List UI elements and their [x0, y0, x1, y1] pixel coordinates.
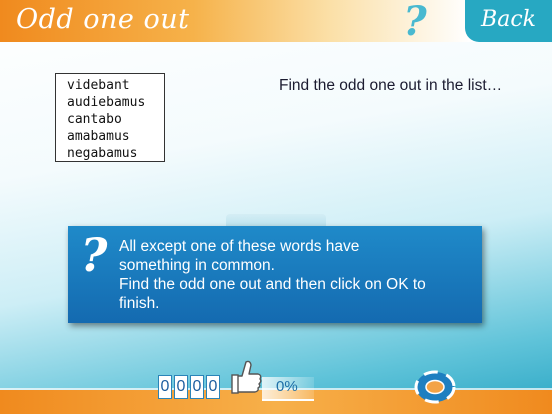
word-item[interactable]: videbant: [67, 77, 164, 94]
back-button[interactable]: Back: [465, 0, 552, 42]
instructions-dialog[interactable]: ? All except one of these words have som…: [68, 226, 482, 323]
word-item[interactable]: negabamus: [67, 145, 164, 162]
score-digit: 0: [158, 375, 172, 399]
dialog-line: Find the odd one out and then click on O…: [119, 276, 426, 293]
dialog-message: All except one of these words have somet…: [119, 237, 474, 313]
score-digit: 0: [190, 375, 204, 399]
dialog-line: something in common.: [119, 257, 275, 274]
progress-indicator: 0%: [262, 377, 314, 401]
score-counter: 0 0 0 0: [158, 375, 220, 399]
header-bar: Odd one out ? Back: [0, 0, 552, 42]
score-digit: 0: [206, 375, 220, 399]
word-item[interactable]: audiebamus: [67, 94, 164, 111]
lifebuoy-icon[interactable]: [413, 368, 457, 406]
dialog-line: finish.: [119, 295, 160, 312]
word-list: videbant audiebamus cantabo amabamus neg…: [55, 73, 165, 162]
dialog-line: All except one of these words have: [119, 238, 360, 255]
thumbs-up-icon: [228, 356, 264, 400]
instruction-text: Find the odd one out in the list…: [279, 77, 503, 94]
help-icon[interactable]: ?: [398, 2, 432, 42]
progress-percent: 0%: [276, 378, 298, 395]
page-title: Odd one out: [16, 4, 190, 35]
word-item[interactable]: amabamus: [67, 128, 164, 145]
question-mark-icon: ?: [80, 228, 108, 282]
score-digit: 0: [174, 375, 188, 399]
word-item[interactable]: cantabo: [67, 111, 164, 128]
